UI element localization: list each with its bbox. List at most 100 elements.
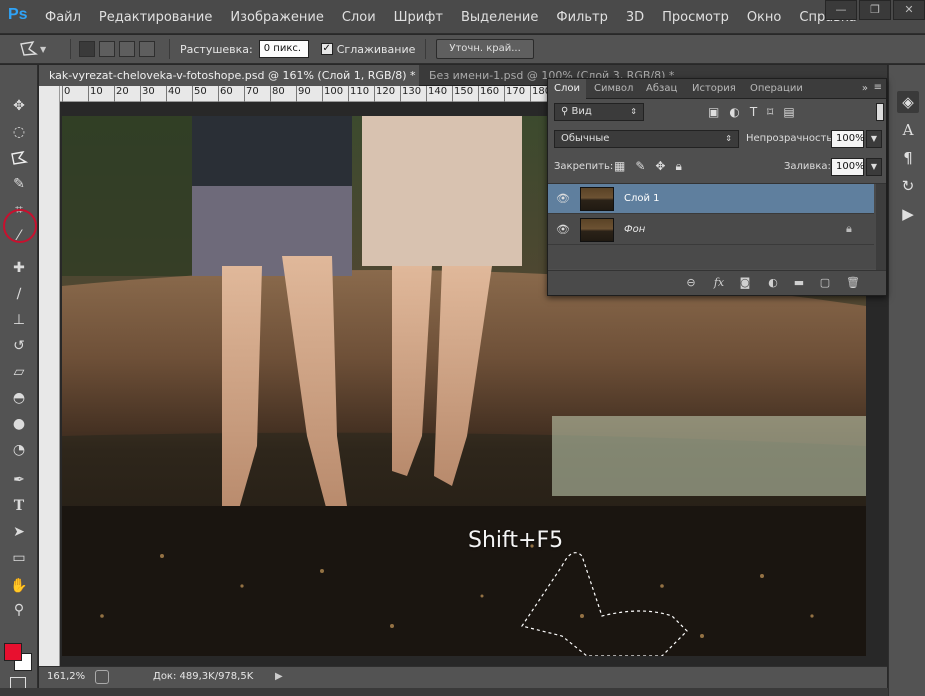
- new-selection-button[interactable]: [79, 41, 95, 57]
- close-button[interactable]: ✕: [893, 0, 925, 20]
- restore-button[interactable]: ❐: [859, 0, 891, 20]
- window-controls: — ❐ ✕: [823, 0, 925, 24]
- clone-stamp-icon[interactable]: ⊥: [5, 309, 33, 331]
- tab-actions[interactable]: Операции: [744, 79, 809, 99]
- menu-filter[interactable]: Фильтр: [556, 10, 607, 25]
- antialias-label: Сглаживание: [336, 42, 416, 56]
- layer-row[interactable]: 👁︎ Слой 1: [548, 184, 874, 214]
- opacity-input[interactable]: 100%: [831, 130, 865, 148]
- blur-icon[interactable]: ●: [5, 413, 33, 435]
- tab-history[interactable]: История: [686, 79, 742, 99]
- link-layers-icon[interactable]: ⊖: [682, 275, 700, 291]
- ruler-tick: [62, 86, 63, 102]
- polygonal-lasso-icon: [20, 41, 38, 56]
- zoom-level[interactable]: 161,2%: [47, 671, 85, 682]
- brush-icon[interactable]: ∕: [5, 283, 33, 305]
- panel-tabs: Слои Символ Абзац История Операции » ≡: [548, 79, 886, 99]
- collapse-icon[interactable]: »: [862, 83, 868, 94]
- lock-transparent-icon[interactable]: ▦: [614, 159, 625, 174]
- layers-panel-icon[interactable]: ◈: [897, 91, 919, 113]
- rectangle-shape-icon[interactable]: ▭: [5, 547, 33, 569]
- antialias-checkbox[interactable]: ✓: [320, 43, 333, 55]
- lock-icon: 🔒︎: [846, 222, 852, 235]
- doc-info-icon[interactable]: [95, 670, 109, 684]
- new-layer-icon[interactable]: ▢: [816, 275, 834, 291]
- tab-document-1[interactable]: kak-vyrezat-cheloveka-v-fotoshope.psd @ …: [39, 65, 419, 86]
- shape-filter-icon[interactable]: ⌑: [767, 105, 773, 119]
- eye-icon[interactable]: 👁︎: [556, 224, 572, 236]
- menu-edit[interactable]: Редактирование: [99, 10, 212, 25]
- ruler-label: 40: [168, 86, 181, 97]
- eye-icon[interactable]: 👁︎: [556, 193, 572, 205]
- type-filter-icon[interactable]: T: [750, 105, 757, 119]
- fx-icon[interactable]: fx: [710, 275, 728, 291]
- move-icon[interactable]: ✥: [5, 95, 33, 117]
- lock-image-icon[interactable]: ✎: [635, 159, 645, 174]
- tab-character[interactable]: Символ: [588, 79, 639, 99]
- path-select-icon[interactable]: ➤: [5, 521, 33, 543]
- tool-preset-picker[interactable]: ▼: [18, 38, 62, 60]
- polygonal-lasso-icon[interactable]: [5, 147, 33, 169]
- add-selection-button[interactable]: [99, 41, 115, 57]
- zoom-icon[interactable]: ⚲: [5, 599, 33, 621]
- menu-window[interactable]: Окно: [747, 10, 782, 25]
- ruler-tick: [530, 86, 531, 102]
- image-filter-icon[interactable]: ▣: [708, 105, 719, 119]
- layer-filter-select[interactable]: ⚲ Вид ⇕: [554, 103, 644, 121]
- trash-icon[interactable]: 🗑︎: [844, 275, 862, 291]
- healing-brush-icon[interactable]: ✚: [5, 257, 33, 279]
- minimize-button[interactable]: —: [825, 0, 857, 20]
- paragraph-icon[interactable]: ¶: [897, 147, 919, 169]
- adjustment-layer-icon[interactable]: ◐: [764, 275, 782, 291]
- menu-type[interactable]: Шрифт: [394, 10, 443, 25]
- layer-mask-icon[interactable]: ◙: [736, 275, 754, 291]
- layer-name[interactable]: Слой 1: [624, 193, 660, 204]
- fill-input[interactable]: 100%: [831, 158, 865, 176]
- layers-scrollbar[interactable]: [876, 184, 886, 270]
- ruler-label: 0: [64, 86, 71, 97]
- menu-3d[interactable]: 3D: [626, 10, 644, 25]
- ruler-tick: [166, 86, 167, 102]
- filter-kind: Вид: [571, 106, 592, 117]
- new-group-icon[interactable]: ▬: [790, 275, 808, 291]
- ruler-tick: [322, 86, 323, 102]
- type-icon[interactable]: T: [5, 495, 33, 517]
- foreground-color-swatch[interactable]: [4, 643, 22, 661]
- menu-view[interactable]: Просмотр: [662, 10, 729, 25]
- panel-menu-icon[interactable]: ≡: [874, 82, 882, 93]
- chevron-right-icon[interactable]: ▶: [275, 671, 283, 682]
- blend-mode-select[interactable]: Обычные ⇕: [554, 130, 739, 148]
- filter-toggle[interactable]: [876, 103, 884, 121]
- lock-all-icon[interactable]: 🔒︎: [675, 159, 681, 174]
- intersect-selection-button[interactable]: [139, 41, 155, 57]
- ruler-tick: [270, 86, 271, 102]
- history-icon[interactable]: ↻: [897, 175, 919, 197]
- ellipse-marquee-icon[interactable]: ◌: [5, 121, 33, 143]
- actions-icon[interactable]: ▶: [897, 203, 919, 225]
- refine-edge-button[interactable]: Уточн. край...: [436, 39, 534, 59]
- layer-list: 👁︎ Слой 1 👁︎ Фон 🔒︎: [548, 183, 886, 270]
- eraser-icon[interactable]: ▱: [5, 361, 33, 383]
- dodge-icon[interactable]: ◔: [5, 439, 33, 461]
- history-brush-icon[interactable]: ↺: [5, 335, 33, 357]
- tab-layers[interactable]: Слои: [548, 79, 586, 99]
- quick-select-icon[interactable]: ✎: [5, 173, 33, 195]
- adjustment-filter-icon[interactable]: ◐: [729, 105, 739, 119]
- menu-file[interactable]: Файл: [45, 10, 81, 25]
- chevron-down-icon[interactable]: ▼: [866, 158, 882, 176]
- character-icon[interactable]: A: [897, 119, 919, 141]
- lock-position-icon[interactable]: ✥: [655, 159, 665, 174]
- tab-paragraph[interactable]: Абзац: [640, 79, 683, 99]
- menu-layers[interactable]: Слои: [342, 10, 376, 25]
- menu-image[interactable]: Изображение: [230, 10, 323, 25]
- pen-icon[interactable]: ✒: [5, 469, 33, 491]
- smart-filter-icon[interactable]: ▤: [783, 105, 794, 119]
- chevron-down-icon[interactable]: ▼: [866, 130, 882, 148]
- feather-input[interactable]: 0 пикс.: [258, 40, 309, 58]
- menu-select[interactable]: Выделение: [461, 10, 538, 25]
- layer-row[interactable]: 👁︎ Фон 🔒︎: [548, 215, 874, 245]
- layer-name[interactable]: Фон: [624, 224, 645, 235]
- paint-bucket-icon[interactable]: ◓: [5, 387, 33, 409]
- subtract-selection-button[interactable]: [119, 41, 135, 57]
- hand-icon[interactable]: ✋: [5, 575, 33, 597]
